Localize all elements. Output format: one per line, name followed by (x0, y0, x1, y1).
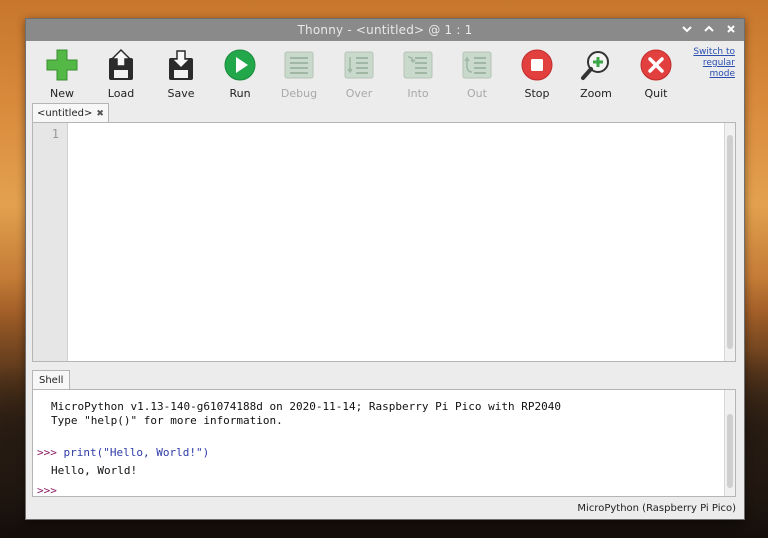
out-button[interactable]: Out (447, 47, 507, 103)
shell-console[interactable]: MicroPython v1.13-140-g61074188d on 2020… (32, 389, 736, 497)
shell-tab-label: Shell (39, 375, 64, 386)
step-out-icon (459, 47, 495, 83)
chevron-up-icon (704, 25, 714, 32)
editor-scrollbar[interactable] (724, 123, 735, 361)
zoom-button[interactable]: Zoom (566, 47, 626, 103)
interpreter-status[interactable]: MicroPython (Raspberry Pi Pico) (577, 503, 736, 514)
window-controls (680, 22, 738, 36)
close-icon (727, 25, 735, 33)
into-button[interactable]: Into (388, 47, 448, 103)
load-label: Load (107, 87, 135, 100)
status-bar: MicroPython (Raspberry Pi Pico) (26, 497, 744, 519)
over-label: Over (345, 87, 373, 100)
minimize-button[interactable] (680, 22, 694, 36)
switch-mode-text: Switch to regular mode (693, 47, 735, 79)
new-label: New (50, 87, 74, 100)
window-title: Thonny - <untitled> @ 1 : 1 (297, 23, 473, 37)
line-number-gutter: 1 (33, 123, 68, 361)
save-icon (163, 47, 199, 83)
shell-command: print("Hello, World!") (63, 446, 210, 459)
shell-prompt: >>> (37, 446, 57, 459)
step-over-icon (341, 47, 377, 83)
shell-banner-line1: MicroPython v1.13-140-g61074188d on 2020… (51, 400, 561, 413)
shell-prompt-2: >>> (37, 484, 57, 497)
new-file-icon (44, 47, 80, 83)
title-bar: Thonny - <untitled> @ 1 : 1 (26, 19, 744, 41)
stop-icon (519, 47, 555, 83)
run-icon (222, 47, 258, 83)
zoom-label: Zoom (580, 87, 612, 100)
out-label: Out (467, 87, 487, 100)
thonny-window: Thonny - <untitled> @ 1 : 1 New Load Sav… (25, 18, 745, 520)
debug-button[interactable]: Debug (269, 47, 329, 103)
shell-output: Hello, World! (51, 464, 138, 477)
shell-prompt-line[interactable]: >>> (37, 484, 57, 497)
shell-banner-line2: Type "help()" for more information. (51, 414, 283, 427)
into-label: Into (407, 87, 429, 100)
shell-command-line: >>> print("Hello, World!") (37, 446, 209, 459)
zoom-icon (578, 47, 614, 83)
line-number: 1 (51, 127, 59, 141)
quit-button[interactable]: Quit (626, 47, 686, 103)
editor-scroll-thumb[interactable] (727, 135, 733, 349)
load-button[interactable]: Load (91, 47, 151, 103)
run-button[interactable]: Run (210, 47, 270, 103)
save-button[interactable]: Save (151, 47, 211, 103)
tab-untitled[interactable]: <untitled> ✖ (32, 103, 109, 124)
close-window-button[interactable] (724, 22, 738, 36)
shell-scrollbar[interactable] (724, 390, 735, 496)
load-icon (103, 47, 139, 83)
save-label: Save (167, 87, 195, 100)
new-button[interactable]: New (32, 47, 92, 103)
shell-scroll-thumb[interactable] (727, 414, 733, 488)
debug-label: Debug (280, 87, 318, 100)
switch-to-regular-mode-link[interactable]: Switch to regular mode (683, 47, 735, 80)
toolbar: New Load Save Run Debug Over Into Out St… (26, 41, 744, 109)
chevron-down-icon (682, 26, 692, 33)
maximize-button[interactable] (702, 22, 716, 36)
code-editor[interactable]: 1 (32, 122, 736, 362)
stop-button[interactable]: Stop (507, 47, 567, 103)
stop-label: Stop (524, 87, 550, 100)
debug-icon (281, 47, 317, 83)
quit-icon (638, 47, 674, 83)
close-tab-icon[interactable]: ✖ (96, 104, 104, 124)
step-into-icon (400, 47, 436, 83)
tab-shell[interactable]: Shell (32, 370, 71, 391)
run-label: Run (229, 87, 251, 100)
over-button[interactable]: Over (329, 47, 389, 103)
editor-tab-label: <untitled> (37, 108, 93, 119)
quit-label: Quit (644, 87, 668, 100)
